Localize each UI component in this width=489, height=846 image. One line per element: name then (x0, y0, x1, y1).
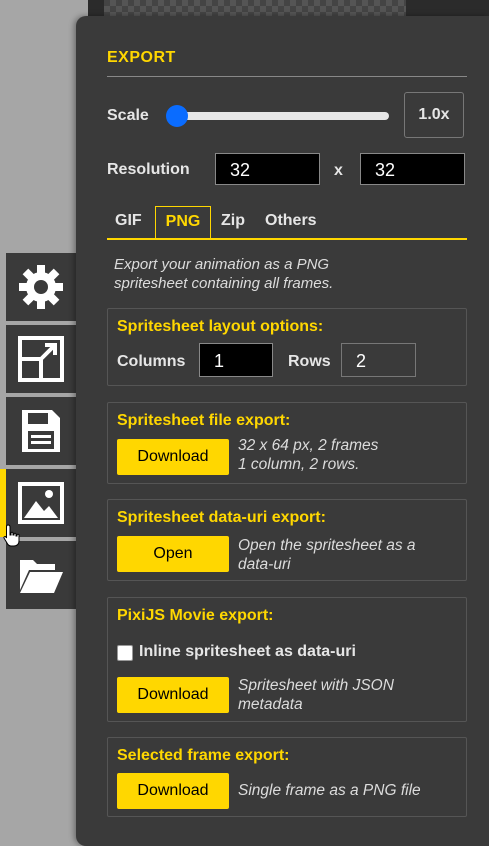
tab-png[interactable]: PNG (155, 206, 211, 240)
export-panel: EXPORT Scale 1.0x Resolution 32 x 32 GIF… (76, 16, 489, 846)
open-data-uri-button[interactable]: Open (117, 536, 229, 572)
export-tabs: GIF PNG Zip Others (107, 206, 467, 240)
rows-label: Rows (288, 353, 331, 370)
tabs-underline (107, 238, 467, 240)
scale-slider[interactable] (171, 112, 389, 120)
resolution-separator: x (334, 162, 343, 179)
hand-cursor-icon (3, 524, 20, 547)
scale-label: Scale (107, 107, 149, 124)
note-line: Spritesheet with JSON (238, 677, 394, 694)
open-tool-button[interactable] (6, 541, 76, 609)
layout-options-section: Spritesheet layout options: Columns 1 Ro… (107, 308, 467, 386)
image-icon (18, 482, 64, 524)
title-divider (107, 76, 467, 77)
pixijs-note: Spritesheet with JSON metadata (238, 676, 394, 714)
note-line: Open the spritesheet as a (238, 537, 416, 554)
file-export-note: 32 x 64 px, 2 frames 1 column, 2 rows. (238, 436, 378, 474)
folder-open-icon (20, 560, 63, 593)
data-uri-note: Open the spritesheet as a data-uri (238, 536, 416, 574)
section-title: Spritesheet file export: (117, 412, 291, 429)
note-line: data-uri (238, 556, 291, 573)
description-line: Export your animation as a PNG (114, 256, 330, 273)
resize-tool-button[interactable] (6, 325, 76, 393)
tab-gif[interactable]: GIF (115, 206, 142, 240)
settings-tool-button[interactable] (6, 253, 76, 321)
columns-label: Columns (117, 353, 186, 370)
pixijs-export-section: PixiJS Movie export: Inline spritesheet … (107, 597, 467, 722)
section-title: Spritesheet layout options: (117, 318, 324, 335)
save-tool-button[interactable] (6, 397, 76, 465)
tab-others[interactable]: Others (265, 206, 317, 240)
resolution-height-input[interactable]: 32 (360, 153, 465, 185)
scale-slider-thumb[interactable] (166, 105, 188, 127)
save-icon (22, 410, 60, 452)
frame-export-note: Single frame as a PNG file (238, 782, 421, 799)
resolution-width-input[interactable]: 32 (215, 153, 320, 185)
tab-zip[interactable]: Zip (221, 206, 245, 240)
rows-input[interactable]: 2 (341, 343, 416, 377)
inline-spritesheet-checkbox[interactable] (117, 645, 133, 661)
section-title: PixiJS Movie export: (117, 607, 274, 624)
note-line: metadata (238, 696, 303, 713)
note-line: 1 column, 2 rows. (238, 456, 360, 473)
data-uri-export-section: Spritesheet data-uri export: Open Open t… (107, 499, 467, 581)
section-title: Selected frame export: (117, 747, 290, 764)
download-pixijs-button[interactable]: Download (117, 677, 229, 713)
resize-icon (18, 336, 64, 382)
gear-icon (19, 265, 63, 309)
note-line: 32 x 64 px, 2 frames (238, 437, 379, 454)
png-description: Export your animation as a PNG spriteshe… (114, 255, 333, 293)
download-frame-button[interactable]: Download (117, 773, 229, 809)
panel-title: EXPORT (107, 49, 176, 66)
columns-input[interactable]: 1 (199, 343, 273, 377)
description-line: spritesheet containing all frames. (114, 275, 334, 292)
resolution-label: Resolution (107, 161, 190, 178)
inline-spritesheet-label[interactable]: Inline spritesheet as data-uri (139, 643, 356, 661)
scale-value: 1.0x (404, 92, 464, 138)
selected-frame-export-section: Selected frame export: Download Single f… (107, 737, 467, 817)
section-title: Spritesheet data-uri export: (117, 509, 326, 526)
file-export-section: Spritesheet file export: Download 32 x 6… (107, 402, 467, 484)
download-spritesheet-button[interactable]: Download (117, 439, 229, 475)
